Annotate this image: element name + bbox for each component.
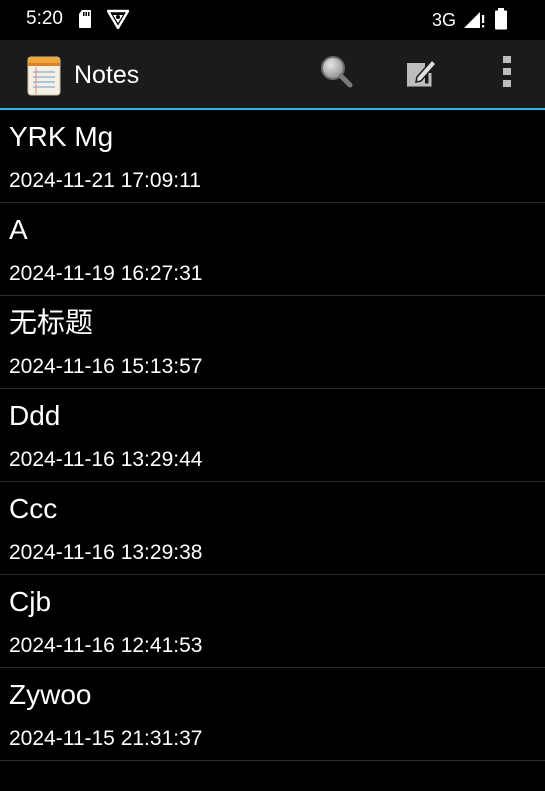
note-title: Ccc	[9, 493, 58, 524]
note-date: 2024-11-16 15:13:57	[9, 355, 203, 378]
note-date: 2024-11-16 13:29:44	[9, 448, 203, 471]
battery-icon	[494, 8, 508, 35]
new-note-icon	[404, 55, 438, 94]
note-title: A	[9, 214, 28, 245]
note-title: Zywoo	[9, 679, 92, 710]
note-list-item[interactable]: YRK Mg 2024-11-21 17:09:11	[0, 110, 545, 203]
app-title: Notes	[74, 61, 140, 89]
note-list-item[interactable]: Cjb 2024-11-16 12:41:53	[0, 575, 545, 668]
note-title: Ddd	[9, 400, 61, 431]
note-list-item[interactable]: Ccc 2024-11-16 13:29:38	[0, 482, 545, 575]
search-button[interactable]	[312, 50, 360, 98]
notes-list: YRK Mg 2024-11-21 17:09:11 A 2024-11-19 …	[0, 110, 545, 761]
note-list-item[interactable]: A 2024-11-19 16:27:31	[0, 203, 545, 296]
overflow-menu-button[interactable]	[483, 50, 531, 98]
note-list-item[interactable]: Ddd 2024-11-16 13:29:44	[0, 389, 545, 482]
note-date: 2024-11-16 13:29:38	[9, 541, 203, 564]
status-bar: 5:20 3G	[0, 0, 545, 40]
notepad-icon[interactable]	[26, 54, 62, 101]
vpn-shield-icon	[106, 9, 130, 34]
network-type-label: 3G	[432, 10, 457, 30]
note-title: 无标题	[9, 307, 94, 338]
note-title: Cjb	[9, 586, 52, 617]
note-date: 2024-11-15 21:31:37	[9, 727, 203, 750]
note-date: 2024-11-21 17:09:11	[9, 169, 201, 192]
signal-icon	[462, 9, 486, 34]
overflow-menu-icon	[501, 54, 513, 95]
new-note-button[interactable]	[397, 50, 445, 98]
status-time: 5:20	[26, 8, 63, 29]
note-title: YRK Mg	[9, 121, 114, 152]
search-icon	[318, 54, 354, 95]
note-list-item[interactable]: Zywoo 2024-11-15 21:31:37	[0, 668, 545, 761]
sd-card-icon	[78, 9, 92, 34]
note-date: 2024-11-19 16:27:31	[9, 262, 203, 285]
action-bar: Notes	[0, 40, 545, 108]
note-date: 2024-11-16 12:41:53	[9, 634, 203, 657]
note-list-item[interactable]: 无标题 2024-11-16 15:13:57	[0, 296, 545, 389]
